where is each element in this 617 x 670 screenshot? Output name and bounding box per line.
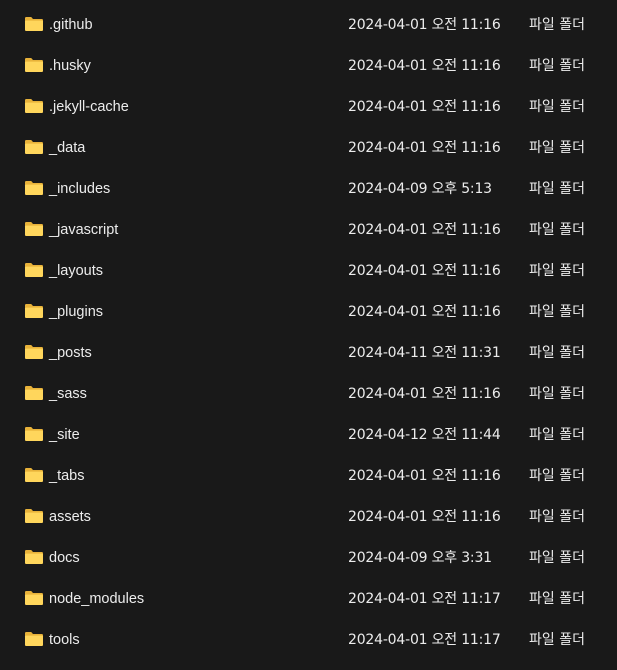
folder-icon xyxy=(25,304,43,318)
list-item[interactable]: _data 2024-04-01 오전 11:16 파일 폴더 xyxy=(0,127,617,168)
modified-date: 2024-04-09 오후 3:31 xyxy=(348,550,492,566)
folder-icon xyxy=(25,632,43,646)
list-item[interactable]: tools 2024-04-01 오전 11:17 파일 폴더 xyxy=(0,619,617,660)
file-type: 파일 폴더 xyxy=(529,222,585,238)
file-type: 파일 폴더 xyxy=(529,263,585,279)
modified-date: 2024-04-01 오전 11:16 xyxy=(348,17,501,33)
folder-name: _javascript xyxy=(49,222,119,238)
modified-date: 2024-04-01 오전 11:16 xyxy=(348,509,501,525)
folder-icon xyxy=(25,181,43,195)
list-item[interactable]: .husky 2024-04-01 오전 11:16 파일 폴더 xyxy=(0,45,617,86)
modified-date: 2024-04-01 오전 11:17 xyxy=(348,632,501,648)
list-item[interactable]: .github 2024-04-01 오전 11:16 파일 폴더 xyxy=(0,4,617,45)
folder-icon xyxy=(25,222,43,236)
folder-name: .husky xyxy=(49,58,91,74)
list-item[interactable]: _posts 2024-04-11 오전 11:31 파일 폴더 xyxy=(0,332,617,373)
folder-icon xyxy=(25,591,43,605)
folder-icon xyxy=(25,58,43,72)
modified-date: 2024-04-01 오전 11:16 xyxy=(348,386,501,402)
folder-icon xyxy=(25,17,43,31)
file-type: 파일 폴더 xyxy=(529,99,585,115)
modified-date: 2024-04-01 오전 11:16 xyxy=(348,58,501,74)
folder-icon xyxy=(25,386,43,400)
folder-name: tools xyxy=(49,632,80,648)
file-type: 파일 폴더 xyxy=(529,140,585,156)
folder-name: .github xyxy=(49,17,93,33)
list-item[interactable]: assets 2024-04-01 오전 11:16 파일 폴더 xyxy=(0,496,617,537)
folder-icon xyxy=(25,140,43,154)
folder-name: _posts xyxy=(49,345,92,361)
file-type: 파일 폴더 xyxy=(529,632,585,648)
folder-name: _layouts xyxy=(49,263,104,279)
file-list: .github 2024-04-01 오전 11:16 파일 폴더 .husky… xyxy=(0,0,617,670)
modified-date: 2024-04-01 오전 11:16 xyxy=(348,468,501,484)
folder-name: _data xyxy=(49,140,86,156)
modified-date: 2024-04-01 오전 11:16 xyxy=(348,99,501,115)
file-type: 파일 폴더 xyxy=(529,427,585,443)
file-type: 파일 폴더 xyxy=(529,181,585,197)
modified-date: 2024-04-01 오전 11:16 xyxy=(348,263,501,279)
folder-name: assets xyxy=(49,509,91,525)
file-type: 파일 폴더 xyxy=(529,386,585,402)
modified-date: 2024-04-11 오전 11:31 xyxy=(348,345,501,361)
modified-date: 2024-04-12 오전 11:44 xyxy=(348,427,501,443)
list-item[interactable]: .jekyll-cache 2024-04-01 오전 11:16 파일 폴더 xyxy=(0,86,617,127)
folder-icon xyxy=(25,263,43,277)
list-item[interactable]: _plugins 2024-04-01 오전 11:16 파일 폴더 xyxy=(0,291,617,332)
folder-icon xyxy=(25,509,43,523)
folder-icon xyxy=(25,550,43,564)
list-item[interactable]: _site 2024-04-12 오전 11:44 파일 폴더 xyxy=(0,414,617,455)
file-type: 파일 폴더 xyxy=(529,509,585,525)
folder-name: _sass xyxy=(49,386,87,402)
folder-name: _plugins xyxy=(49,304,104,320)
file-type: 파일 폴더 xyxy=(529,17,585,33)
file-type: 파일 폴더 xyxy=(529,550,585,566)
list-item[interactable]: node_modules 2024-04-01 오전 11:17 파일 폴더 xyxy=(0,578,617,619)
list-item[interactable]: _layouts 2024-04-01 오전 11:16 파일 폴더 xyxy=(0,250,617,291)
modified-date: 2024-04-09 오후 5:13 xyxy=(348,181,492,197)
folder-name: node_modules xyxy=(49,591,145,607)
file-type: 파일 폴더 xyxy=(529,304,585,320)
file-type: 파일 폴더 xyxy=(529,591,585,607)
folder-name: _tabs xyxy=(49,468,85,484)
folder-icon xyxy=(25,427,43,441)
modified-date: 2024-04-01 오전 11:17 xyxy=(348,591,501,607)
folder-icon xyxy=(25,345,43,359)
modified-date: 2024-04-01 오전 11:16 xyxy=(348,304,501,320)
modified-date: 2024-04-01 오전 11:16 xyxy=(348,222,501,238)
list-item[interactable]: _javascript 2024-04-01 오전 11:16 파일 폴더 xyxy=(0,209,617,250)
folder-icon xyxy=(25,99,43,113)
folder-name: docs xyxy=(49,550,80,566)
folder-name: .jekyll-cache xyxy=(49,99,129,115)
file-type: 파일 폴더 xyxy=(529,345,585,361)
list-item[interactable]: _sass 2024-04-01 오전 11:16 파일 폴더 xyxy=(0,373,617,414)
modified-date: 2024-04-01 오전 11:16 xyxy=(348,140,501,156)
list-item[interactable]: docs 2024-04-09 오후 3:31 파일 폴더 xyxy=(0,537,617,578)
folder-icon xyxy=(25,468,43,482)
folder-name: _includes xyxy=(49,181,111,197)
list-item[interactable]: _includes 2024-04-09 오후 5:13 파일 폴더 xyxy=(0,168,617,209)
file-type: 파일 폴더 xyxy=(529,468,585,484)
list-item[interactable]: _tabs 2024-04-01 오전 11:16 파일 폴더 xyxy=(0,455,617,496)
folder-name: _site xyxy=(49,427,80,443)
file-type: 파일 폴더 xyxy=(529,58,585,74)
